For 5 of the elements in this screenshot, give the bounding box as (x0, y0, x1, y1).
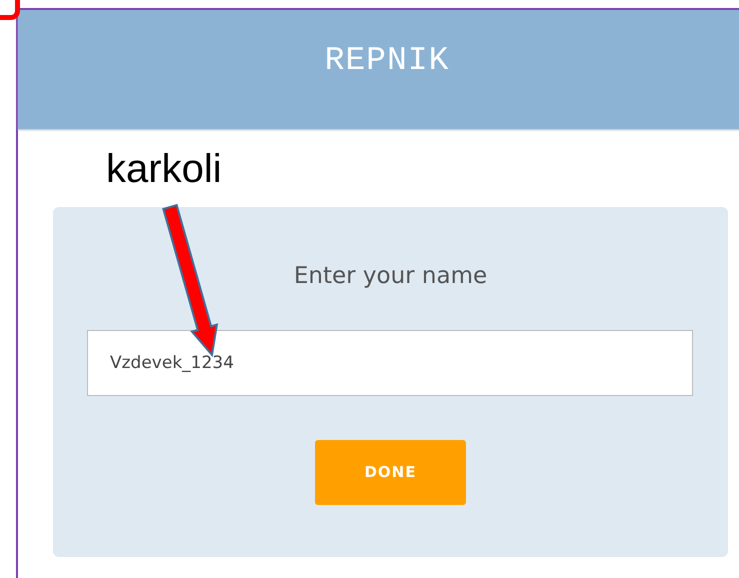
app-title: REPNIK (324, 41, 450, 81)
highlight-frame (0, 0, 20, 20)
prompt-text: Enter your name (294, 263, 488, 289)
annotation-label: karkoli (106, 149, 222, 189)
name-field[interactable]: Vzdevek_1234 (87, 330, 693, 396)
